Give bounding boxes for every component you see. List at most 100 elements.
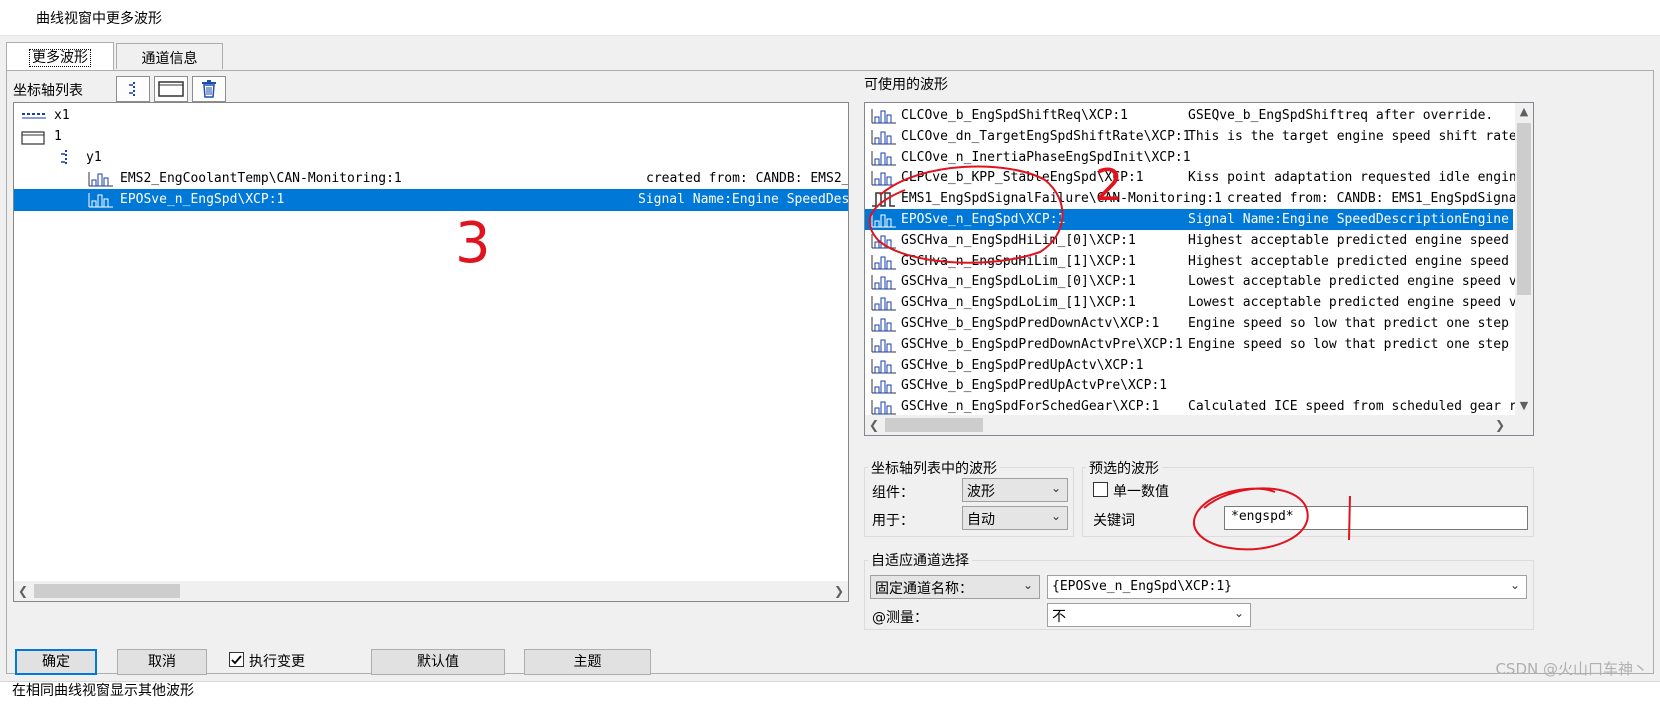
waveform-desc: Engine speed so low that predict one ste…	[1188, 316, 1525, 331]
signal-icon	[871, 296, 896, 311]
waveform-row[interactable]: GSCHve_b_EngSpdPredDownActvPre\XCP:1 Engi…	[865, 334, 1525, 355]
waveform-row[interactable]: CLPCve_b_KPP_StableEngSpd\XCP:1 Kiss poin…	[865, 167, 1525, 188]
waveform-desc: Highest acceptable predicted engine spee…	[1188, 253, 1525, 269]
waveform-row[interactable]: GSCHve_b_EngSpdPredUpActv\XCP:1	[865, 355, 1513, 376]
waveform-name: GSCHve_b_EngSpdPredDownActv\XCP:1	[901, 316, 1160, 331]
waveform-name: GSCHva_n_EngSpdLoLim_[0]\XCP:1	[901, 274, 1136, 290]
for-value: 自动	[967, 512, 995, 528]
available-waveforms-list[interactable]: CLCOve_b_EngSpdShiftReq\XCP:1 GSEQve_b_En…	[864, 102, 1534, 436]
signal-icon	[871, 358, 896, 374]
waveform-name: GSCHve_b_EngSpdPredDownActvPre\XCP:1	[901, 336, 1183, 352]
waveform-desc: Engine speed so low that predict one ste…	[1188, 336, 1525, 352]
single-value-checkbox[interactable]	[1093, 482, 1108, 497]
watermark: CSDN @火山口车神丶	[1495, 660, 1648, 678]
waveform-row-selected[interactable]: EPOSve_n_EngSpd\XCP:1 Signal Name:Engine …	[865, 209, 1525, 230]
tab-label: 更多波形	[29, 49, 91, 67]
window-icon	[21, 131, 45, 145]
scroll-right-icon[interactable]: ❯	[830, 581, 848, 601]
ok-button[interactable]: 确定	[15, 649, 97, 675]
waveform-row[interactable]: GSCHve_b_EngSpdPredDownActv\XCP:1 Engine …	[865, 313, 1525, 334]
theme-button[interactable]: 主题	[524, 649, 651, 675]
scroll-left-icon[interactable]: ❮	[14, 581, 32, 601]
scroll-right-icon[interactable]: ❯	[1491, 415, 1509, 435]
waveform-name: GSCHva_n_EngSpdLoLim_[1]\XCP:1	[901, 295, 1136, 311]
tree-node-label: y1	[86, 150, 102, 165]
channel-mode-select[interactable]: 固定通道名称： ⌄	[870, 575, 1040, 599]
cancel-button[interactable]: 取消	[117, 649, 207, 675]
status-text: 在相同曲线视窗显示其他波形	[12, 683, 194, 699]
channel-name-select[interactable]: {EPOSve_n_EngSpd\XCP:1} ⌄	[1047, 575, 1527, 599]
signal-icon	[88, 172, 113, 187]
status-bar: 在相同曲线视窗显示其他波形	[0, 681, 1660, 728]
apply-changes-checkbox[interactable]	[229, 652, 244, 667]
waveform-row[interactable]: CLCOve_dn_TargetEngSpdShiftRate\XCP:1 Thi…	[865, 126, 1525, 147]
tree-node-x1[interactable]: x1	[14, 105, 848, 127]
signal-icon	[871, 254, 896, 270]
tab-label: 通道信息	[141, 51, 198, 67]
tree-node-label: EPOSve_n_EngSpd\XCP:1	[120, 192, 285, 207]
waveform-desc: Signal Name:Engine SpeedDescriptionEngin…	[1188, 212, 1525, 227]
keyword-input[interactable]: *engspd*	[1224, 506, 1528, 530]
waveform-row[interactable]: GSCHve_b_EngSpdPredUpActvPre\XCP:1	[865, 375, 1513, 396]
group-title: 预选的波形	[1086, 458, 1162, 478]
scroll-up-icon[interactable]: ▲	[1515, 103, 1533, 121]
chevron-down-icon: ⌄	[1050, 509, 1061, 523]
signal-icon	[88, 193, 113, 208]
tab-channel-info[interactable]: 通道信息	[116, 43, 223, 69]
axis-tree-hscrollbar[interactable]: ❮ ❯	[14, 581, 848, 601]
waveform-row[interactable]: CLCOve_n_InertiaPhaseEngSpdInit\XCP:1	[865, 147, 1513, 168]
tree-node-window[interactable]: 1	[14, 126, 848, 148]
signal-icon	[871, 171, 896, 186]
axis-list-label: 坐标轴列表	[13, 83, 83, 99]
for-label: 用于：	[872, 513, 914, 529]
axis-tree[interactable]: x1 1 y1 EMS2_EngCoolantTemp\CAN-Monitori…	[13, 102, 849, 602]
scroll-thumb[interactable]	[34, 584, 180, 598]
waveform-desc: created from: CANDB: EMS1_EngSpdSignal	[1227, 191, 1525, 207]
waveform-desc: This is the target engine speed shift ra…	[1188, 128, 1525, 144]
signal-icon	[871, 379, 896, 394]
waveform-row[interactable]: EMS1_EngSpdSignalFailure\CAN-Monitoring:…	[865, 188, 1524, 209]
component-select[interactable]: 波形 ⌄	[962, 478, 1068, 502]
add-axis-button[interactable]	[116, 76, 150, 102]
y-axis-icon	[129, 82, 135, 96]
waveforms-vscrollbar[interactable]: ▲ ▼	[1515, 103, 1533, 415]
tree-node-signal[interactable]: EMS2_EngCoolantTemp\CAN-Monitoring:1 cre…	[14, 168, 848, 190]
waveform-desc: Lowest acceptable predicted engine speed…	[1188, 274, 1525, 290]
signal-icon	[871, 400, 896, 415]
waveform-row[interactable]: GSCHva_n_EngSpdLoLim_[1]\XCP:1 Lowest acc…	[865, 292, 1525, 313]
for-select[interactable]: 自动 ⌄	[962, 506, 1068, 530]
channel-name-value: {EPOSve_n_EngSpd\XCP:1}	[1052, 579, 1233, 594]
window-icon	[158, 81, 184, 97]
trash-icon	[202, 80, 216, 98]
scroll-thumb[interactable]	[885, 418, 983, 432]
delete-button[interactable]	[192, 76, 226, 102]
keyword-label: 关键词	[1093, 513, 1135, 529]
waveform-name: GSCHve_b_EngSpdPredUpActv\XCP:1	[901, 357, 1144, 373]
waveform-name: GSCHva_n_EngSpdHiLim_[1]\XCP:1	[901, 253, 1136, 269]
tab-more-waveforms[interactable]: 更多波形	[6, 42, 114, 70]
waveform-row[interactable]: GSCHva_n_EngSpdHiLim_[0]\XCP:1 Highest ac…	[865, 230, 1525, 251]
waveforms-hscrollbar[interactable]: ❮ ❯	[865, 415, 1533, 435]
tree-node-desc: created from: CANDB: EMS2_E	[646, 171, 849, 186]
waveform-name: EPOSve_n_EngSpd\XCP:1	[901, 212, 1066, 227]
x-axis-icon	[22, 113, 46, 119]
available-waveforms-label: 可使用的波形	[864, 77, 948, 93]
tree-node-signal-selected[interactable]: EPOSve_n_EngSpd\XCP:1 Signal Name:Engine…	[14, 189, 848, 211]
waveform-row[interactable]: GSCHva_n_EngSpdHiLim_[1]\XCP:1 Highest ac…	[865, 251, 1525, 272]
chevron-down-icon: ⌄	[1050, 481, 1061, 495]
scroll-down-icon[interactable]: ▼	[1515, 397, 1533, 415]
waveform-name: GSCHve_b_EngSpdPredUpActvPre\XCP:1	[901, 378, 1168, 394]
tree-node-y1[interactable]: y1	[14, 147, 848, 169]
defaults-button[interactable]: 默认值	[371, 649, 505, 675]
measure-select[interactable]: 不 ⌄	[1047, 603, 1251, 627]
title-bar: 曲线视窗中更多波形	[0, 0, 1660, 36]
add-window-button[interactable]	[154, 76, 188, 102]
waveform-name: CLCOve_dn_TargetEngSpdShiftRate\XCP:1	[901, 128, 1191, 144]
waveform-row[interactable]: GSCHva_n_EngSpdLoLim_[0]\XCP:1 Lowest acc…	[865, 271, 1525, 292]
tree-node-label: x1	[54, 108, 70, 123]
waveform-row[interactable]: CLCOve_b_EngSpdShiftReq\XCP:1 GSEQve_b_En…	[865, 105, 1513, 126]
scroll-thumb[interactable]	[1517, 123, 1531, 295]
scroll-left-icon[interactable]: ❮	[865, 415, 883, 435]
chevron-down-icon: ⌄	[1233, 606, 1244, 620]
window-title: 曲线视窗中更多波形	[36, 11, 162, 27]
